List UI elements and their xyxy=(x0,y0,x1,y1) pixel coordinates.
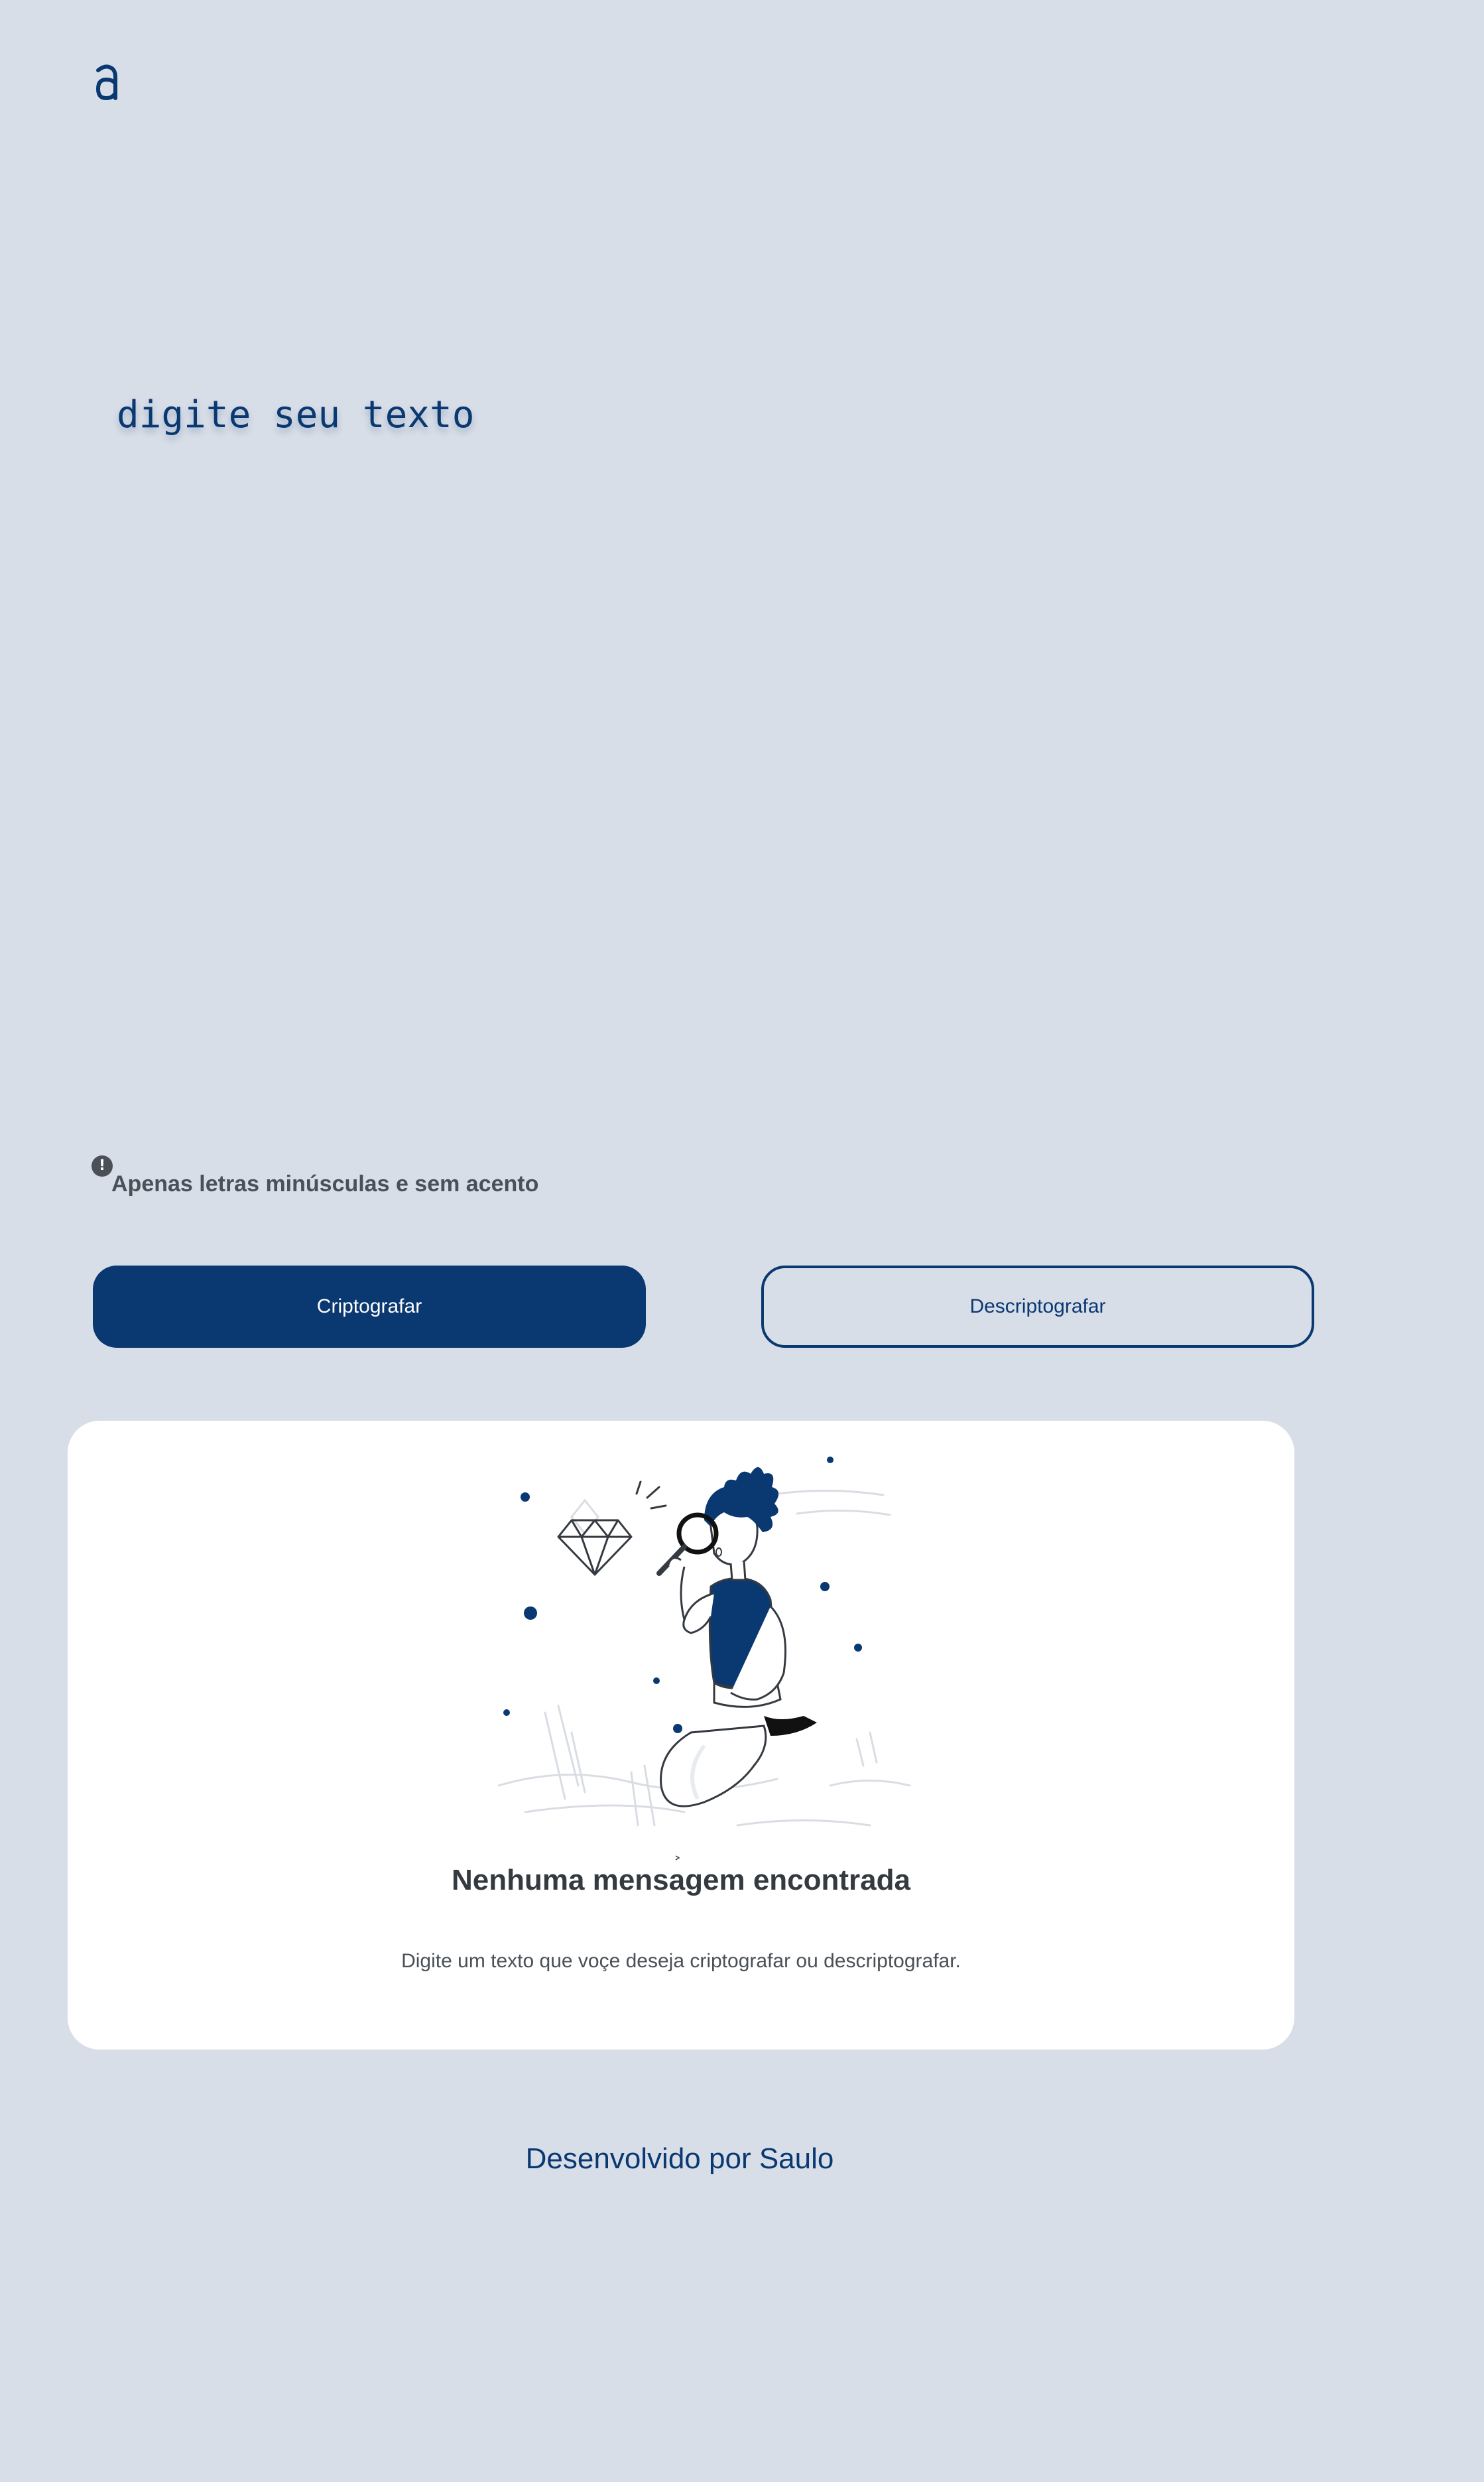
encrypt-button[interactable]: Criptografar xyxy=(93,1266,646,1348)
output-panel: Nenhuma mensagem encontrada Digite um te… xyxy=(68,1421,1294,2050)
input-hint: Apenas letras minúsculas e sem acento xyxy=(111,1171,539,1197)
message-input[interactable] xyxy=(93,371,1326,1128)
alura-logo-icon[interactable] xyxy=(93,57,119,103)
decrypt-button[interactable]: Descriptografar xyxy=(761,1266,1314,1348)
info-icon: ! xyxy=(92,1155,113,1177)
empty-state-description: Digite um texto que voçe deseja criptogr… xyxy=(401,1950,961,1972)
empty-state-title: Nenhuma mensagem encontrada xyxy=(452,1864,910,1896)
person-with-magnifying-glass-illustration xyxy=(497,1457,911,1861)
footer-credit: Desenvolvido por Saulo xyxy=(525,2142,834,2175)
